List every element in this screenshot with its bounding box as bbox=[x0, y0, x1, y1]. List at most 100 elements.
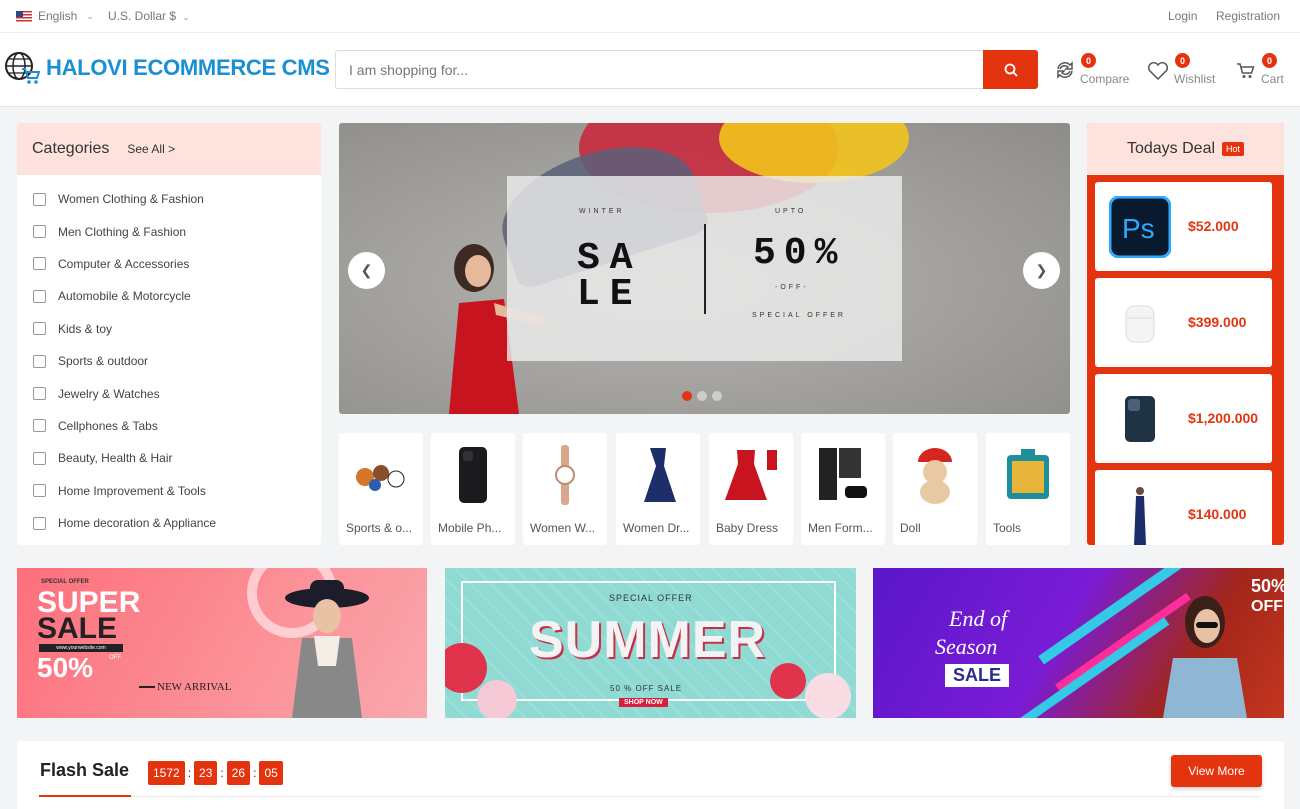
search-input[interactable] bbox=[336, 51, 976, 88]
category-label: Home decoration & Appliance bbox=[58, 516, 217, 531]
currency-label: U.S. Dollar $ bbox=[108, 9, 177, 23]
category-label: Automobile & Motorcycle bbox=[58, 289, 191, 304]
category-label: Kids & toy bbox=[58, 321, 113, 336]
off-label: -OFF- bbox=[775, 284, 809, 291]
language-selector[interactable]: English ⌄ bbox=[16, 9, 94, 23]
prev-slide-button[interactable]: ❮ bbox=[348, 252, 385, 289]
search-bar bbox=[335, 50, 1038, 89]
home-decoration-icon bbox=[33, 516, 46, 530]
shop-now-button[interactable]: SHOP NOW bbox=[619, 698, 668, 707]
category-label: Beauty, Health & Hair bbox=[58, 451, 173, 466]
search-button[interactable] bbox=[983, 50, 1038, 89]
registration-link[interactable]: Registration bbox=[1216, 9, 1280, 23]
category-item[interactable]: Men Clothing & Fashion bbox=[17, 215, 321, 247]
todays-deal-title: Todays Deal bbox=[1126, 140, 1216, 157]
deal-item[interactable]: $1,200.000 bbox=[1095, 374, 1272, 463]
divider bbox=[704, 224, 706, 314]
cart-button[interactable]: 0 Cart bbox=[1236, 53, 1286, 86]
super-sale-banner[interactable]: SPECIAL OFFER SUPER SALE www.yourwebsite… bbox=[17, 568, 427, 718]
featured-label: Baby Dress bbox=[716, 521, 779, 535]
hero-slider[interactable]: WINTER SA LE UPTO 50% -OFF- SPECIAL OFFE… bbox=[339, 123, 1070, 414]
chevron-right-icon: ❯ bbox=[1035, 262, 1048, 278]
women-clothing-icon bbox=[33, 192, 46, 206]
see-all-link[interactable]: See All > bbox=[127, 142, 175, 156]
flower-decoration bbox=[805, 673, 851, 718]
globe-cart-icon bbox=[5, 52, 40, 84]
hot-badge: Hot bbox=[1222, 142, 1245, 156]
compare-icon bbox=[1057, 61, 1073, 79]
featured-item[interactable]: Mobile Ph... bbox=[431, 433, 515, 545]
photoshop-icon: Ps bbox=[1109, 196, 1171, 258]
featured-item[interactable]: Men Form... bbox=[801, 433, 885, 545]
currency-selector[interactable]: U.S. Dollar $ ⌄ bbox=[108, 9, 190, 23]
slide-dot[interactable] bbox=[697, 391, 707, 401]
wishlist-button[interactable]: 0 Wishlist bbox=[1147, 53, 1222, 86]
end-of-season-banner[interactable]: End of Season SALE 50% OFF bbox=[873, 568, 1284, 718]
banner-new-arrival: NEW ARRIVAL bbox=[157, 681, 232, 693]
category-item[interactable]: Kids & toy bbox=[17, 313, 321, 345]
categories-panel: Categories See All > Women Clothing & Fa… bbox=[17, 123, 321, 545]
logo[interactable]: HALOVI ECOMMERCE CMS bbox=[4, 51, 330, 85]
banner-dash bbox=[139, 686, 155, 688]
categories-title: Categories bbox=[32, 140, 110, 157]
women-dress-image bbox=[628, 445, 688, 505]
winter-label: WINTER bbox=[579, 208, 625, 215]
category-item[interactable]: Jewelry & Watches bbox=[17, 377, 321, 409]
category-label: Computer & Accessories bbox=[58, 256, 190, 271]
view-more-button[interactable]: View More bbox=[1171, 755, 1262, 787]
category-label: Men Clothing & Fashion bbox=[58, 224, 187, 239]
featured-label: Doll bbox=[900, 521, 921, 535]
us-flag-icon bbox=[16, 10, 32, 22]
header: HALOVI ECOMMERCE CMS 0 Compare 0 Wishlis… bbox=[0, 33, 1300, 107]
category-item[interactable]: Automobile & Motorcycle bbox=[17, 280, 321, 312]
flower-decoration bbox=[477, 680, 517, 718]
deal-item[interactable]: $140.000 bbox=[1095, 470, 1272, 545]
featured-item[interactable]: Women Dr... bbox=[616, 433, 700, 545]
banner-special-label: SPECIAL OFFER bbox=[609, 593, 693, 603]
slide-dot[interactable] bbox=[712, 391, 722, 401]
deal-item[interactable]: Ps $52.000 bbox=[1095, 182, 1272, 271]
cellphone-icon bbox=[33, 419, 46, 433]
featured-item[interactable]: Women W... bbox=[523, 433, 607, 545]
men-clothing-icon bbox=[33, 225, 46, 239]
category-item[interactable]: Home decoration & Appliance bbox=[17, 507, 321, 539]
category-item[interactable]: Sports & outdoor bbox=[17, 345, 321, 377]
category-item[interactable]: Beauty, Health & Hair bbox=[17, 442, 321, 474]
category-label: Home Improvement & Tools bbox=[58, 483, 206, 498]
banner-site-text: www.yourwebsite.com bbox=[39, 644, 123, 652]
category-item[interactable]: Women Clothing & Fashion bbox=[17, 183, 321, 215]
banner-off-text: 50 % OFF SALE bbox=[610, 684, 683, 693]
timer-separator: : bbox=[187, 766, 192, 780]
featured-item[interactable]: Doll bbox=[893, 433, 977, 545]
featured-label: Sports & o... bbox=[346, 521, 413, 535]
category-label: Sports & outdoor bbox=[58, 354, 149, 369]
upto-label: UPTO bbox=[775, 208, 807, 215]
category-label: Jewelry & Watches bbox=[58, 386, 160, 401]
category-item[interactable]: Computer & Accessories bbox=[17, 248, 321, 280]
flower-decoration bbox=[770, 663, 806, 699]
woman-hat-image bbox=[285, 580, 369, 718]
featured-item[interactable]: Tools bbox=[986, 433, 1070, 545]
slide-dots bbox=[682, 391, 722, 401]
category-item[interactable]: Cellphones & Tabs bbox=[17, 410, 321, 442]
login-link[interactable]: Login bbox=[1168, 9, 1197, 23]
tools-icon bbox=[33, 484, 46, 498]
banner-season: Season bbox=[935, 634, 998, 659]
featured-item[interactable]: Baby Dress bbox=[709, 433, 793, 545]
deal-item[interactable]: $399.000 bbox=[1095, 278, 1272, 367]
compare-button[interactable]: 0 Compare bbox=[1055, 53, 1135, 86]
summer-sale-banner[interactable]: SPECIAL OFFER SUMMER 50 % OFF SALE SHOP … bbox=[445, 568, 856, 718]
banner-end-of: End of bbox=[949, 606, 1008, 631]
deal-price: $52.000 bbox=[1188, 218, 1239, 234]
featured-item[interactable]: Sports & o... bbox=[339, 433, 423, 545]
flash-sale-section: Flash Sale 1572 : 23 : 26 : 05 View More bbox=[17, 741, 1284, 809]
next-slide-button[interactable]: ❯ bbox=[1023, 252, 1060, 289]
category-item[interactable]: Home Improvement & Tools bbox=[17, 475, 321, 507]
chevron-down-icon: ⌄ bbox=[86, 10, 94, 21]
timer-seconds: 05 bbox=[259, 761, 283, 785]
special-offer-label: SPECIAL OFFER bbox=[752, 312, 846, 319]
timer-hours: 23 bbox=[194, 761, 218, 785]
slide-dot[interactable] bbox=[682, 391, 692, 401]
sale-line: SA bbox=[577, 237, 643, 280]
title-underline bbox=[39, 795, 131, 797]
